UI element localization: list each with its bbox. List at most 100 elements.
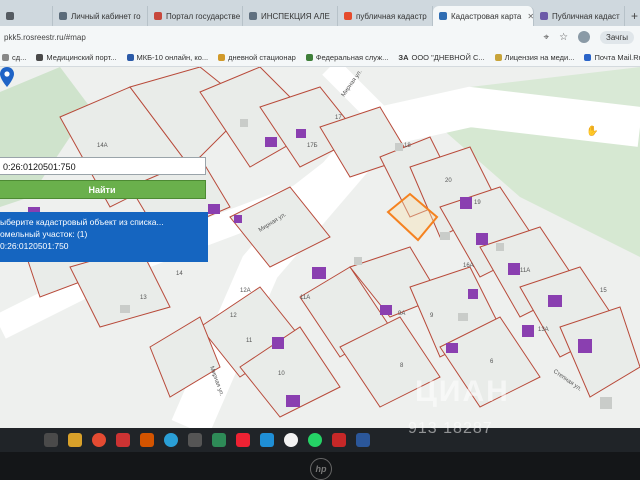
word-icon[interactable] (356, 433, 370, 447)
bookmark-prefix: ЗА (398, 52, 409, 62)
result-category: омельный участок: (1) (0, 229, 88, 239)
tab-label: Кадастровая карта (451, 11, 522, 21)
profile-button[interactable]: Зачгы (600, 30, 634, 44)
bookmark-label: Почта Mail.Ru (594, 52, 640, 62)
taskbar (0, 428, 640, 452)
app3-icon[interactable] (188, 433, 202, 447)
bookmark-favicon-icon (218, 53, 226, 61)
tab-2[interactable]: Портал государстве (148, 6, 243, 26)
svg-text:18: 18 (404, 143, 411, 149)
svg-text:19: 19 (474, 200, 481, 206)
bookmark-item[interactable]: Лицензия на меди... (494, 52, 575, 62)
result-title: ыберите кадастровый объект из списка... (0, 217, 164, 227)
bookmark-favicon-icon (2, 53, 9, 61)
bookmark-favicon-icon (305, 53, 313, 61)
bookmark-label: ООО "ДНЕВНОЙ С... (411, 52, 485, 62)
bookmark-item[interactable]: Медицинский порт... (36, 52, 117, 62)
svg-text:13: 13 (140, 295, 147, 301)
svg-text:11А: 11А (300, 295, 310, 301)
explorer-icon[interactable] (68, 433, 82, 447)
bookmark-label: МКБ-10 онлайн, ко... (136, 52, 209, 62)
new-tab-icon[interactable]: + (625, 6, 640, 26)
chrome-icon[interactable] (92, 433, 106, 447)
pdf-icon[interactable] (332, 433, 346, 447)
cursor-icon: ✋ (586, 126, 599, 137)
yandex-icon[interactable] (236, 433, 250, 447)
tab-label: Личный кабинет го (71, 11, 141, 21)
tab-label: ИНСПЕКЦИЯ АЛЕ (261, 11, 330, 21)
app2-icon[interactable] (140, 433, 154, 447)
avatar[interactable] (578, 31, 591, 43)
url-field[interactable]: pkk5.rosreestr.ru/#map (4, 33, 543, 42)
tab-label: Портал государстве (166, 11, 241, 21)
tab-favicon-icon (439, 12, 447, 20)
close-icon[interactable]: ✕ (527, 12, 533, 21)
svg-text:17Б: 17Б (307, 143, 318, 149)
telegram-icon[interactable] (164, 433, 178, 447)
tab-label: Публичная кадаст (552, 11, 620, 21)
result-number[interactable]: 0:26:0120501:750 (0, 240, 208, 252)
street-label: Степная ул. (552, 369, 583, 393)
svg-text:10: 10 (278, 371, 285, 377)
tab-6[interactable]: Публичная кадаст (534, 6, 625, 26)
tab-favicon-icon (6, 12, 14, 20)
bookmark-item[interactable]: ЗА ООО "ДНЕВНОЙ С... (398, 53, 484, 62)
bookmark-item[interactable]: МКБ-10 онлайн, ко... (126, 52, 209, 62)
cadastral-search-input[interactable]: 0:26:0120501:750 (0, 157, 206, 175)
bookmark-item[interactable]: Почта Mail.Ru (584, 53, 640, 62)
svg-text:15: 15 (600, 288, 607, 294)
app-icon[interactable] (116, 433, 130, 447)
bookmark-item[interactable]: дневной стационар (218, 53, 296, 62)
bookmark-label: Лицензия на меди... (504, 52, 575, 62)
cadastral-map[interactable]: Мирная ул. Мирная ул. Мирная ул. Степная… (0, 67, 640, 428)
edge-icon[interactable] (260, 433, 274, 447)
browser-icon[interactable] (212, 433, 226, 447)
svg-text:20: 20 (445, 178, 452, 184)
bookmark-item[interactable]: сд... (2, 53, 26, 62)
find-button[interactable]: Найти (0, 180, 206, 199)
map-pin-icon[interactable] (0, 67, 14, 87)
tab-strip: Личный кабинет го Портал государстве ИНС… (0, 0, 640, 26)
svg-text:14А: 14А (97, 143, 108, 149)
bookmark-label: Федеральная служ... (315, 52, 389, 62)
location-icon[interactable]: ⌖ (543, 32, 549, 43)
tab-5-active[interactable]: Кадастровая карта ✕ (433, 6, 534, 26)
bookmark-label: Медицинский порт... (46, 52, 117, 62)
tab-label: публичная кадастр (356, 11, 427, 21)
bookmark-label: дневной стационар (228, 52, 296, 62)
svg-text:9А: 9А (398, 311, 405, 317)
tab-favicon-icon (344, 12, 352, 20)
svg-text:13А: 13А (538, 327, 549, 333)
hp-logo-icon: hp (310, 458, 332, 480)
svg-text:12: 12 (230, 313, 237, 319)
svg-text:12А: 12А (240, 288, 251, 294)
tab-favicon-icon (249, 12, 257, 20)
windows-icon[interactable] (44, 433, 58, 447)
tab-favicon-icon (154, 12, 162, 20)
watermark-number: 913 18287 (408, 420, 493, 437)
whatsapp-icon[interactable] (308, 433, 322, 447)
star-icon[interactable]: ☆ (559, 32, 568, 43)
watermark-logo: ЦИАН (415, 375, 510, 408)
yandex-browser-icon[interactable] (284, 433, 298, 447)
svg-text:14: 14 (176, 271, 183, 277)
search-result-panel[interactable]: ыберите кадастровый объект из списка... … (0, 212, 208, 262)
svg-text:16А: 16А (463, 263, 474, 269)
tab-0[interactable] (0, 6, 53, 26)
address-bar: pkk5.rosreestr.ru/#map ⌖ ☆ Зачгы (0, 26, 640, 48)
bookmark-favicon-icon (584, 53, 592, 61)
tab-3[interactable]: ИНСПЕКЦИЯ АЛЕ (243, 6, 338, 26)
tab-1[interactable]: Личный кабинет го (53, 6, 148, 26)
svg-text:11: 11 (246, 338, 253, 344)
svg-text:17: 17 (335, 115, 342, 121)
svg-text:11А: 11А (520, 268, 530, 274)
bookmark-label: сд... (12, 52, 27, 62)
browser-window: Личный кабинет го Портал государстве ИНС… (0, 0, 640, 428)
tab-favicon-icon (59, 12, 67, 20)
bookmarks-bar: сд... Медицинский порт... МКБ-10 онлайн,… (0, 48, 640, 67)
bookmark-favicon-icon (126, 53, 134, 61)
bookmark-item[interactable]: Федеральная служ... (305, 52, 389, 62)
tab-4[interactable]: публичная кадастр (338, 6, 433, 26)
tab-favicon-icon (540, 12, 548, 20)
address-actions: ⌖ ☆ Зачгы (543, 30, 634, 44)
